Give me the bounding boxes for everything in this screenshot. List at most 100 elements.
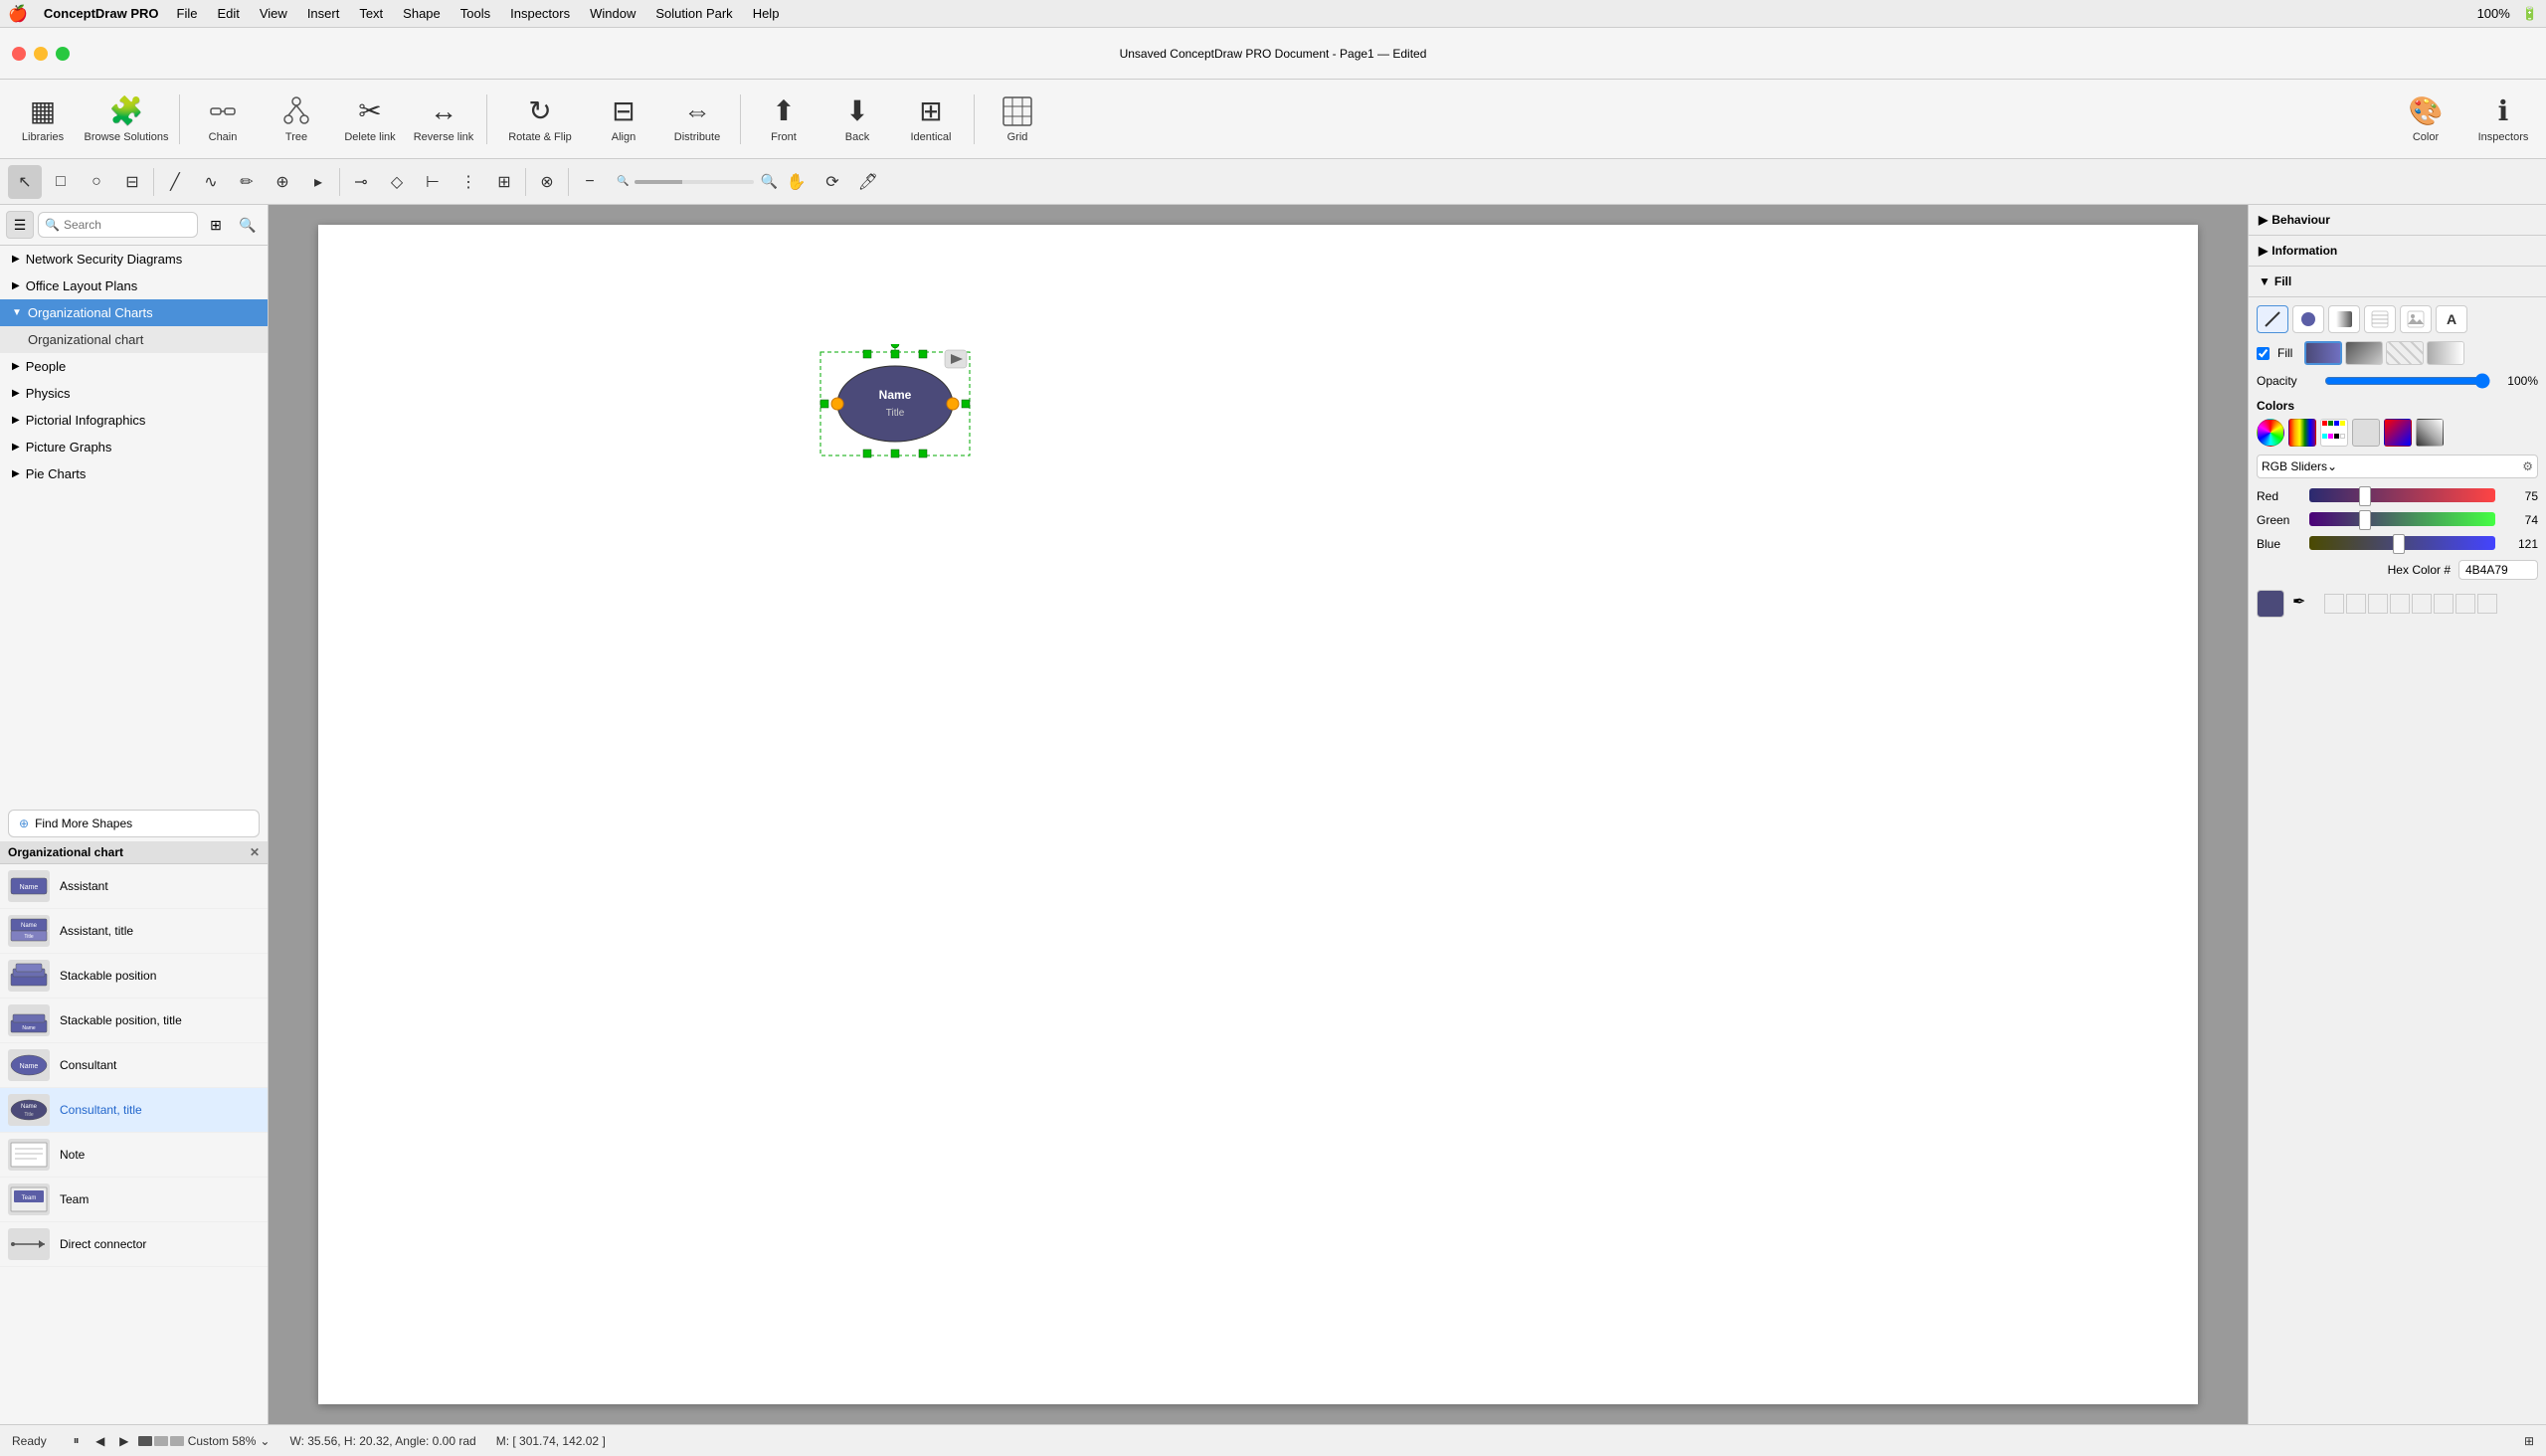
curve-tool-button[interactable]: ∿ (194, 165, 228, 199)
saved-color-cell[interactable] (2477, 594, 2497, 614)
delete-link-button[interactable]: ✂ Delete link (335, 84, 405, 155)
lasso-button[interactable]: ⊗ (530, 165, 564, 199)
fill-angle-grad-button[interactable] (2345, 341, 2383, 365)
shape-item-assistant[interactable]: Name Assistant (0, 864, 268, 909)
sidebar-list-view-button[interactable]: ☰ (6, 211, 34, 239)
canvas-paper[interactable]: Name Title (318, 225, 2198, 1404)
grid-view-button[interactable]: ⊞ (202, 211, 230, 239)
information-header[interactable]: ▶ Information (2257, 240, 2538, 262)
shape-item-consultant[interactable]: Name Consultant (0, 1043, 268, 1088)
red-slider-thumb[interactable] (2359, 486, 2371, 506)
pen-tool-button[interactable]: 🖊 (851, 165, 885, 199)
front-button[interactable]: ⬆ Front (749, 84, 818, 155)
fill-radial-button[interactable] (2427, 341, 2464, 365)
connector-3-button[interactable]: ⊢ (416, 165, 450, 199)
sidebar-item-people[interactable]: ▶ People (0, 353, 268, 380)
fill-gradient-button[interactable] (2328, 305, 2360, 333)
menu-view[interactable]: View (260, 6, 287, 21)
menu-shape[interactable]: Shape (403, 6, 441, 21)
menu-text[interactable]: Text (359, 6, 383, 21)
saved-color-cell[interactable] (2324, 594, 2344, 614)
zoom-out-button[interactable]: − (573, 165, 607, 199)
color-button[interactable]: 🎨 Color (2391, 84, 2460, 155)
canvas-shape-consultant[interactable]: Name Title (816, 344, 975, 466)
line-tool-button[interactable]: ╱ (158, 165, 192, 199)
shape-item-stackable-title[interactable]: Name Stackable position, title (0, 999, 268, 1043)
blue-slider-thumb[interactable] (2393, 534, 2405, 554)
fill-text-button[interactable]: A (2436, 305, 2467, 333)
hand-tool-button[interactable]: ✋ (780, 165, 814, 199)
shape-item-consultant-title[interactable]: Name Title Consultant, title (0, 1088, 268, 1133)
sidebar-item-picture-graphs[interactable]: ▶ Picture Graphs (0, 434, 268, 460)
connector-4-button[interactable]: ⋮ (452, 165, 485, 199)
color-palette-button[interactable] (2384, 419, 2412, 447)
expand-button[interactable]: ⊞ (487, 165, 521, 199)
fill-checkbox-label[interactable]: Fill (2277, 346, 2292, 360)
distribute-button[interactable]: ⇔ Distribute (662, 84, 732, 155)
tree-button[interactable]: Tree (262, 84, 331, 155)
reverse-link-button[interactable]: ↔ Reverse link (409, 84, 478, 155)
color-wheel-button[interactable] (2257, 419, 2284, 447)
inspectors-button[interactable]: ℹ Inspectors (2468, 84, 2538, 155)
play-button[interactable]: ▶ (114, 1431, 134, 1451)
sidebar-item-pie-charts[interactable]: ▶ Pie Charts (0, 460, 268, 487)
zoom-slider[interactable] (635, 180, 754, 184)
search-button[interactable]: 🔍 (234, 211, 262, 239)
menu-window[interactable]: Window (590, 6, 636, 21)
more-btn[interactable]: ▸ (301, 165, 335, 199)
color-image-button[interactable] (2352, 419, 2380, 447)
saved-color-cell[interactable] (2390, 594, 2410, 614)
text-table-button[interactable]: ⊟ (115, 165, 149, 199)
menu-help[interactable]: Help (753, 6, 780, 21)
identical-button[interactable]: ⊞ Identical (896, 84, 966, 155)
fill-header[interactable]: ▼ Fill (2257, 271, 2538, 292)
color-gradient-swatch[interactable] (2416, 419, 2444, 447)
ellipse-tool-button[interactable]: ○ (80, 165, 113, 199)
sidebar-item-org-charts[interactable]: ▼ Organizational Charts (0, 299, 268, 326)
connector-2-button[interactable]: ◇ (380, 165, 414, 199)
color-grid-button[interactable] (2320, 419, 2348, 447)
menu-edit[interactable]: Edit (217, 6, 239, 21)
align-button[interactable]: ⊟ Align (589, 84, 658, 155)
sidebar-item-network-security[interactable]: ▶ Network Security Diagrams (0, 246, 268, 273)
hex-color-input[interactable] (2458, 560, 2538, 580)
prev-button[interactable]: ◀ (91, 1431, 110, 1451)
select-tool-button[interactable]: ↖ (8, 165, 42, 199)
saved-color-cell[interactable] (2455, 594, 2475, 614)
menu-file[interactable]: File (177, 6, 198, 21)
fill-pattern-button[interactable] (2364, 305, 2396, 333)
search-input[interactable] (64, 218, 191, 232)
menu-tools[interactable]: Tools (460, 6, 490, 21)
connector-1-button[interactable]: ⊸ (344, 165, 378, 199)
fill-solid-button[interactable] (2292, 305, 2324, 333)
saved-color-cell[interactable] (2412, 594, 2432, 614)
grid-button[interactable]: Grid (983, 84, 1052, 155)
fill-image-button[interactable] (2400, 305, 2432, 333)
find-more-shapes-button[interactable]: ⊕ Find More Shapes (8, 810, 260, 837)
behaviour-header[interactable]: ▶ Behaviour (2257, 209, 2538, 231)
shape-item-note[interactable]: Note (0, 1133, 268, 1178)
saved-color-cell[interactable] (2346, 594, 2366, 614)
maximize-button[interactable] (56, 47, 70, 61)
page-indicator-2[interactable] (154, 1436, 168, 1446)
color-spectrum-button[interactable] (2288, 419, 2316, 447)
saved-color-cell[interactable] (2368, 594, 2388, 614)
chain-button[interactable]: Chain (188, 84, 258, 155)
minimize-button[interactable] (34, 47, 48, 61)
apple-menu[interactable]: 🍎 (8, 4, 28, 24)
sidebar-item-physics[interactable]: ▶ Physics (0, 380, 268, 407)
sidebar-item-pictorial[interactable]: ▶ Pictorial Infographics (0, 407, 268, 434)
pause-button[interactable]: ⏸ (67, 1431, 87, 1451)
rotate-tool-button[interactable]: ⟳ (816, 165, 849, 199)
page-indicator-3[interactable] (170, 1436, 184, 1446)
libraries-button[interactable]: ▦ Libraries (8, 84, 78, 155)
rgb-mode-dropdown[interactable]: RGB Sliders ⌄ ⚙ (2257, 455, 2538, 478)
menu-solution-park[interactable]: Solution Park (655, 6, 732, 21)
close-button[interactable] (12, 47, 26, 61)
color-picker-dropper[interactable]: ✒ (2292, 592, 2316, 616)
browse-solutions-button[interactable]: 🧩 Browse Solutions (82, 84, 171, 155)
back-button[interactable]: ⬇ Back (822, 84, 892, 155)
more-shapes-button[interactable]: ⊕ (266, 165, 299, 199)
rect-tool-button[interactable]: □ (44, 165, 78, 199)
canvas-area[interactable]: Name Title (269, 205, 2248, 1424)
